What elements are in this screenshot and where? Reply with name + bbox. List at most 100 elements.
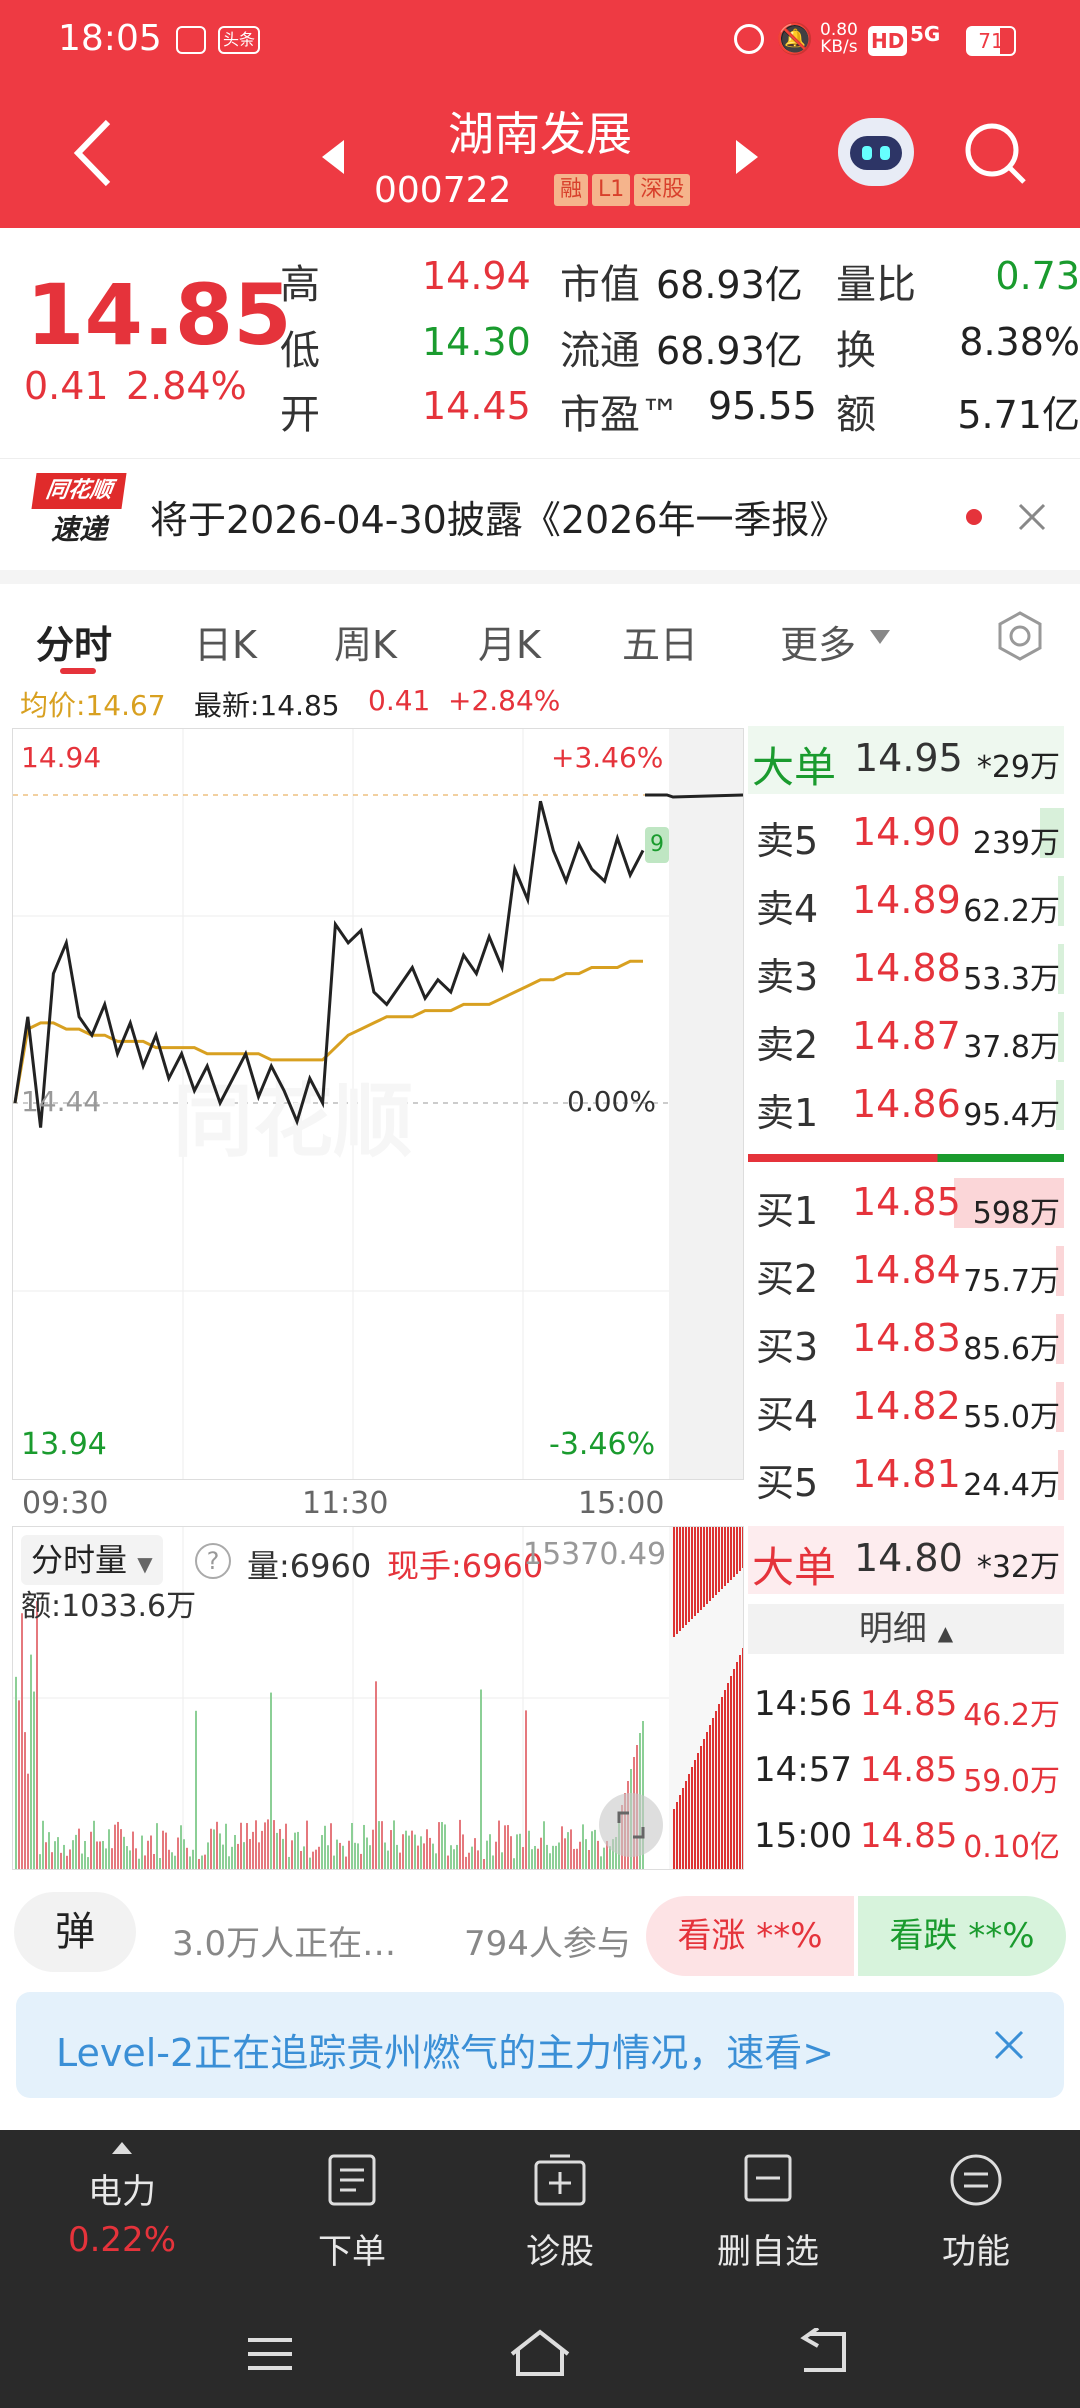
volume-bar — [132, 1831, 134, 1869]
time-end: 15:00 — [578, 1486, 665, 1521]
volume-bar — [516, 1834, 518, 1869]
mute-icon: 🔕 — [776, 22, 814, 57]
tab-weekly-k[interactable]: 周K — [334, 614, 397, 669]
volume-bar — [432, 1843, 434, 1869]
bid-price: 14.85 — [852, 1180, 961, 1224]
auction-bar — [676, 1527, 678, 1634]
volume-bar — [600, 1856, 602, 1869]
volume-bar — [552, 1845, 554, 1869]
latest-price: 最新:14.85 — [194, 689, 340, 722]
bid-row[interactable]: 买1 14.85 598万 — [748, 1170, 1064, 1238]
volume-bar — [219, 1833, 221, 1869]
bid-row[interactable]: 买5 14.81 24.4万 — [748, 1442, 1064, 1510]
volume-bar — [186, 1847, 188, 1869]
tab-intraday[interactable]: 分时 — [36, 614, 112, 669]
tab-five-day[interactable]: 五日 — [622, 614, 698, 669]
sector-button[interactable]: 电力 0.22% — [22, 2130, 222, 2300]
volume-bar — [288, 1856, 290, 1869]
volume-bar — [486, 1840, 488, 1869]
auction-bar — [706, 1732, 708, 1869]
stock-header: 湖南发展 000722 融 L1 深股 — [0, 80, 1080, 228]
remove-watchlist-button[interactable]: 删自选 — [668, 2130, 868, 2300]
bullish-button[interactable]: 看涨 **% — [646, 1896, 854, 1976]
fullscreen-icon[interactable] — [599, 1793, 663, 1857]
buy-sell-ratio-bar — [748, 1154, 1064, 1162]
volume-bar — [144, 1855, 146, 1869]
volume-bar — [267, 1819, 269, 1869]
volume-bar — [567, 1832, 569, 1869]
auction-bar — [736, 1662, 738, 1869]
recent-apps-icon[interactable] — [246, 2334, 294, 2374]
settings-icon[interactable] — [994, 610, 1046, 662]
bid-row[interactable]: 买3 14.83 85.6万 — [748, 1306, 1064, 1374]
function-button[interactable]: 功能 — [876, 2130, 1076, 2300]
ask-row[interactable]: 卖3 14.88 53.3万 — [748, 936, 1064, 1004]
volume-bar — [549, 1853, 551, 1869]
back-icon[interactable] — [70, 118, 114, 188]
high-value: 14.94 — [422, 254, 531, 298]
ask-volume: 37.8万 — [963, 1030, 1060, 1065]
battery-icon: 71 — [966, 26, 1016, 56]
bearish-button[interactable]: 看跌 **% — [858, 1896, 1066, 1976]
bid-row[interactable]: 买2 14.84 75.7万 — [748, 1238, 1064, 1306]
prev-stock-icon[interactable] — [318, 138, 348, 176]
tab-more[interactable]: 更多 — [780, 614, 856, 669]
volume-bar — [477, 1850, 479, 1869]
help-icon[interactable]: ? — [195, 1543, 231, 1579]
avg-price: 均价:14.67 — [20, 689, 166, 722]
volume-bar — [99, 1841, 101, 1869]
system-nav-bar — [0, 2300, 1080, 2408]
tab-daily-k[interactable]: 日K — [194, 614, 257, 669]
auction-bar — [682, 1527, 684, 1628]
ask-row[interactable]: 卖2 14.87 37.8万 — [748, 1004, 1064, 1072]
volume-selector[interactable]: 分时量 ▼ — [21, 1535, 163, 1585]
ask-row[interactable]: 卖5 14.90 239万 — [748, 800, 1064, 868]
ask-price: 14.87 — [852, 1014, 961, 1058]
volume-bar — [159, 1858, 161, 1869]
close-icon[interactable] — [992, 2028, 1026, 2062]
auction-bar — [685, 1781, 687, 1869]
intraday-chart[interactable]: 同花顺 14.94 +3.46% 14.44 0.00% 13.94 -3.46… — [12, 728, 744, 1480]
volume-bar — [450, 1845, 452, 1869]
volume-bar — [96, 1841, 98, 1869]
ticks-header[interactable]: 明细 ▲ — [748, 1604, 1064, 1654]
volume-bar — [492, 1855, 494, 1869]
volume-bar — [63, 1844, 65, 1869]
bid-row[interactable]: 买4 14.82 55.0万 — [748, 1374, 1064, 1442]
volume-bar — [105, 1848, 107, 1869]
volume-bar — [480, 1689, 482, 1869]
danmu-button[interactable]: 弹 — [14, 1892, 136, 1972]
next-stock-icon[interactable] — [732, 138, 762, 176]
close-icon[interactable] — [1016, 501, 1048, 533]
volume-bar — [468, 1852, 470, 1869]
auction-bar — [724, 1690, 726, 1869]
volume-value: 量:6960 — [247, 1547, 372, 1585]
back-nav-icon[interactable] — [796, 2328, 850, 2376]
auction-bar — [673, 1809, 675, 1869]
ask-row[interactable]: 卖4 14.89 62.2万 — [748, 868, 1064, 936]
price-change: 0.41 — [24, 364, 109, 408]
volume-bar — [246, 1823, 248, 1869]
volume-bar — [348, 1840, 350, 1869]
tab-monthly-k[interactable]: 月K — [478, 614, 541, 669]
pe-value: 95.55 — [708, 384, 817, 428]
pe-label: 市盈™ — [560, 392, 680, 438]
volume-chart[interactable]: 分时量 ▼ ? 量:6960 现手:6960 15370.49 额:1033.6… — [12, 1526, 744, 1870]
chevron-up-icon — [112, 2142, 132, 2154]
level2-promo-banner[interactable]: Level-2正在追踪贵州燃气的主力情况，速看> — [16, 1992, 1064, 2098]
order-button[interactable]: 下单 — [252, 2130, 452, 2300]
robot-assistant-icon[interactable] — [838, 118, 914, 186]
home-icon[interactable] — [508, 2328, 572, 2380]
volume-bar — [339, 1842, 341, 1869]
announcement-banner[interactable]: 同花顺 速递 将于2026-04-30披露《2026年一季报》 — [0, 458, 1080, 570]
time-start: 09:30 — [22, 1486, 109, 1521]
sector-name: 电力 — [88, 2172, 156, 2212]
volume-bar — [189, 1856, 191, 1869]
ask-price: 14.89 — [852, 878, 961, 922]
ask-row[interactable]: 卖1 14.86 95.4万 — [748, 1072, 1064, 1140]
volume-bar — [447, 1855, 449, 1869]
auction-bar — [700, 1746, 702, 1869]
volume-bar — [534, 1845, 536, 1869]
search-icon[interactable] — [962, 120, 1028, 186]
diagnose-button[interactable]: 诊股 — [460, 2130, 660, 2300]
